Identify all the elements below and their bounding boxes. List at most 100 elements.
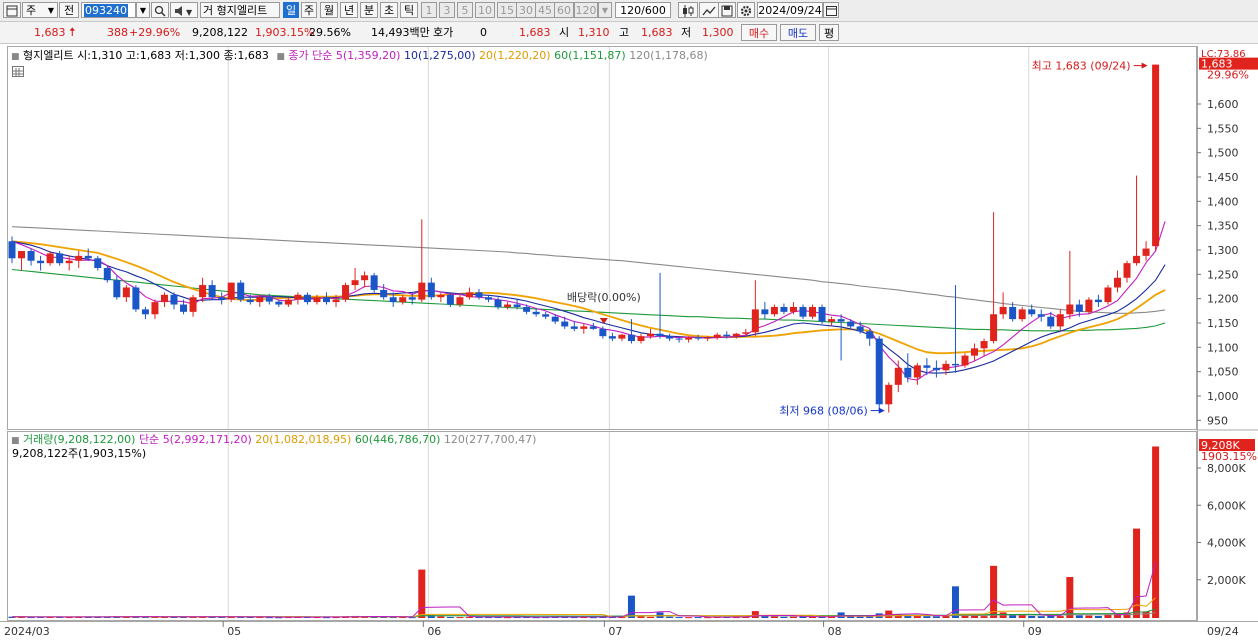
candle-body [894,367,902,385]
price-change-pct: +29.96% [129,26,181,39]
interval-1-button[interactable]: 1 [421,2,437,18]
price-chart-panel[interactable]: 최고 1,683 (09/24) 최저 968 (08/06) 배당락(0.00%)… [7,46,1197,430]
prev-button[interactable]: 전 [59,2,79,18]
candle-body [113,280,121,298]
turnover-rate: 29.56% [309,26,351,39]
candle-body [647,333,655,337]
candle-body [685,337,693,340]
candle-body [999,306,1007,315]
candle [113,275,121,300]
volume-bar [923,616,931,618]
interval-10-button[interactable]: 10 [475,2,495,18]
price-tick-label: 1,400 [1207,195,1239,208]
candle [971,343,979,361]
candle-body [103,268,111,281]
period-minute-tab[interactable]: 분 [360,2,378,18]
period-day-tab[interactable]: 일 [283,2,299,18]
high-label: 고 [619,26,630,39]
right-axis: 950 1,000 1,050 1,100 1,150 1,200 1,250 1,300 1,… [1197,46,1258,622]
candle-body [418,282,426,300]
window-menu-button[interactable] [3,2,21,18]
date-field[interactable]: 2024/09/24 [757,2,823,18]
period-tick-tab[interactable]: 틱 [400,2,418,18]
interval-dropdown-button[interactable]: ▼ [598,2,612,18]
period-second-tab[interactable]: 초 [380,2,398,18]
open-label: 시 [559,26,570,39]
period-week-tab[interactable]: 주 [301,2,317,18]
drawing-tool-button[interactable] [699,2,719,18]
save-button[interactable] [718,2,736,18]
candle [122,285,130,303]
candle [294,292,302,305]
volume-chart-panel[interactable]: ■ 거래량(9,208,122,00) 단순 5(2,992,171,20) 2… [7,431,1197,621]
buy-button[interactable]: 매수 [741,24,777,41]
candle-type-button[interactable] [678,2,698,18]
high-arrow-icon [1141,62,1148,69]
settings-button[interactable] [737,2,755,18]
candle [1085,297,1093,315]
svg-text:▼: ▼ [186,8,193,17]
stock-code-input[interactable]: 093240 [81,2,136,18]
x-tick-label: 06 [427,625,441,638]
x-tick-label: 07 [608,625,622,638]
interval-60-button[interactable]: 60 [554,2,574,18]
price-tick-label: 1,150 [1207,317,1239,330]
price-chart-svg[interactable]: 최고 1,683 (09/24) 최저 968 (08/06) 배당락(0.00%) [8,47,1196,429]
candle-body [275,301,283,305]
candle [894,360,902,393]
interval-45-button[interactable]: 45 [535,2,555,18]
volume-chart-svg[interactable] [8,432,1196,620]
candle-body [856,326,864,332]
evaluation-button[interactable]: 평 [819,24,839,41]
candle-body [180,304,188,312]
volume-bar [446,616,454,618]
volume-bar [1075,615,1083,618]
stock-name-field[interactable]: 거 형지엘리트 [200,2,280,18]
grid-toggle-button[interactable] [12,66,24,77]
candle-body [265,297,273,302]
price-tick-label: 1,050 [1207,366,1239,379]
interval-3-button[interactable]: 3 [439,2,455,18]
sound-button[interactable]: ▼ [170,2,198,18]
speaker-icon: ▼ [175,6,193,17]
candle-body [570,326,578,329]
search-button[interactable] [151,2,169,18]
period-year-tab[interactable]: 년 [340,2,358,18]
sell-button[interactable]: 매도 [780,24,816,41]
interval-30-button[interactable]: 30 [516,2,536,18]
candle [380,284,388,300]
interval-120-button[interactable]: 120 [574,2,598,18]
candle-body [608,336,616,339]
volume-bar [675,617,683,619]
candle [1066,251,1074,320]
volume-bar [1056,616,1064,618]
candle-body [1037,314,1045,317]
data-count-field[interactable]: 120/600 [615,2,671,18]
candle [465,287,473,300]
candle-body [837,319,845,322]
calendar-button[interactable] [823,2,839,18]
candle [809,304,817,320]
legend-marker-icon: ■ [11,52,20,62]
legend-stock-summary: 형지엘리트 시:1,310 고:1,683 저:1,300 종:1,683 [23,49,269,62]
period-month-tab[interactable]: 월 [320,2,338,18]
candle [751,280,759,337]
candle [608,332,616,342]
interval-15-button[interactable]: 15 [497,2,517,18]
candle-body [1133,255,1141,264]
candle-body [1028,309,1036,315]
market-select[interactable]: 주 ▼ [22,2,58,18]
interval-5-button[interactable]: 5 [457,2,473,18]
code-dropdown-button[interactable]: ▼ [136,2,150,18]
candle [1037,309,1045,322]
price-tick-label: 1,500 [1207,147,1239,160]
candle [351,268,359,290]
candle-body [294,294,302,300]
legend-marker-icon: ■ [276,52,285,62]
candle-body [980,341,988,349]
candle-body [361,275,369,281]
price-tick-label: 1,250 [1207,268,1239,281]
candle-body [1113,277,1121,288]
legend-ma-title: 종가 단순 [288,49,333,62]
candle-body [1123,263,1131,278]
